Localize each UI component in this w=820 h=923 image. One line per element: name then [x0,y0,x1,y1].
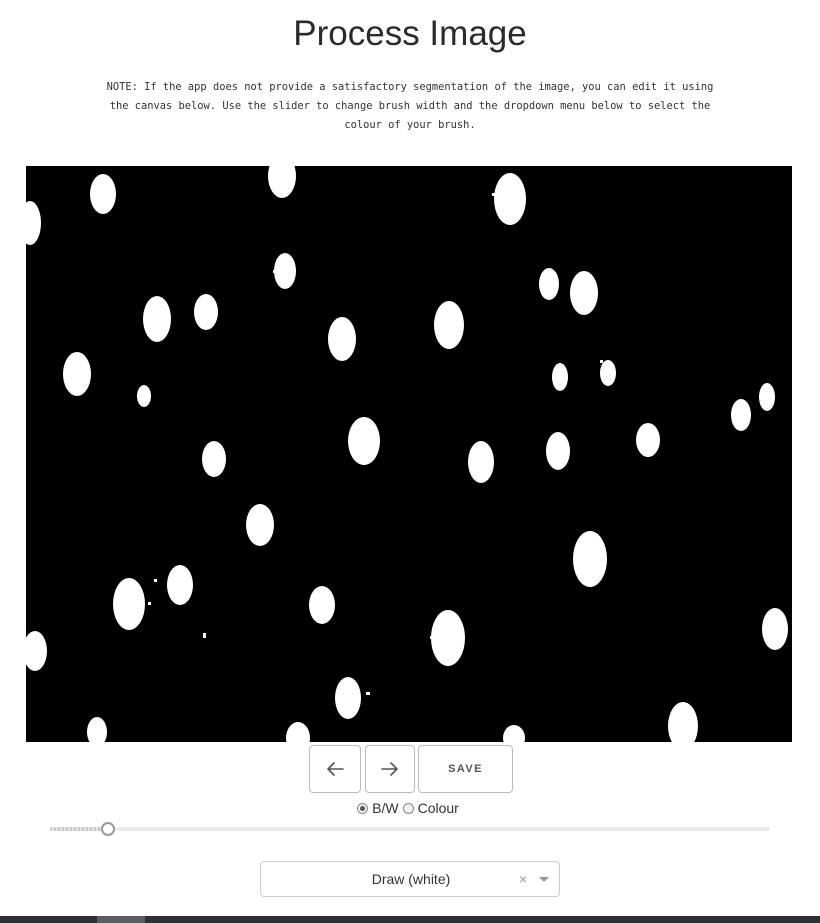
dropdown-selected-value: Draw (white) [371,871,451,887]
next-button[interactable] [365,745,415,793]
chevron-down-icon[interactable] [539,877,549,882]
mode-radio-group: B/W Colour [0,800,820,816]
radio-bw-dot[interactable] [357,802,369,814]
brush-width-slider[interactable] [50,822,770,836]
segmentation-canvas[interactable] [26,166,792,742]
radio-bw-label: B/W [372,800,399,816]
slider-handle[interactable] [101,822,115,836]
arrow-left-icon [327,762,344,776]
save-button[interactable]: SAVE [418,745,513,793]
brush-colour-dropdown[interactable]: Draw (white) × [260,861,560,897]
radio-bw[interactable]: B/W [357,800,399,816]
segmentation-mask-image [26,166,792,742]
bottom-scrollbar[interactable] [0,916,820,923]
radio-colour[interactable]: Colour [402,800,459,816]
arrow-right-icon [381,762,398,776]
instruction-note: NOTE: If the app does not provide a sati… [106,81,714,131]
scrollbar-thumb[interactable] [97,916,145,923]
radio-colour-dot[interactable] [402,802,414,814]
radio-colour-label: Colour [417,800,459,816]
slider-rail[interactable] [50,827,770,831]
clear-x-icon[interactable]: × [519,862,527,896]
slider-track [50,827,108,831]
previous-button[interactable] [309,745,361,793]
page-title: Process Image [293,14,527,53]
